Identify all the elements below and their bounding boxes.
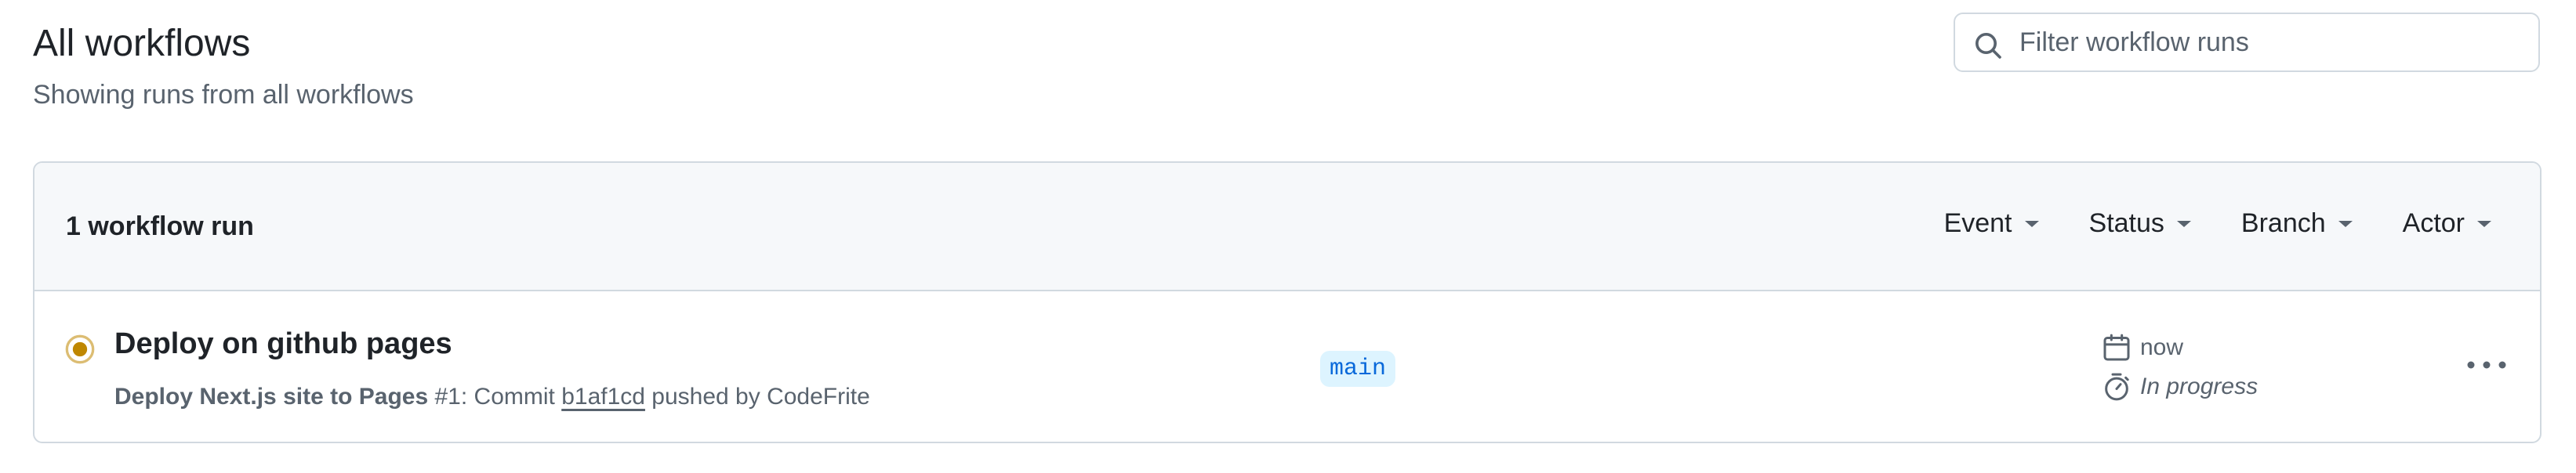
run-filters: Event Status Branch Actor bbox=[1896, 208, 2493, 239]
run-number: #1 bbox=[434, 384, 461, 410]
run-duration: In progress bbox=[2101, 371, 2258, 403]
kebab-horizontal-icon[interactable] bbox=[2463, 356, 2510, 374]
run-title-link[interactable]: Deploy on github pages bbox=[114, 327, 452, 361]
run-meta: Deploy Next.js site to Pages #1: Commit … bbox=[114, 384, 870, 410]
stopwatch-icon bbox=[2105, 373, 2129, 401]
caret-down-icon bbox=[2176, 220, 2191, 227]
run-count: 1 workflow run bbox=[66, 211, 254, 241]
status-filter-label: Status bbox=[2088, 208, 2164, 238]
run-duration-text: In progress bbox=[2140, 374, 2259, 399]
caret-down-icon bbox=[2024, 220, 2039, 227]
run-time: now bbox=[2101, 332, 2183, 363]
event-filter-button[interactable]: Event bbox=[1944, 208, 2041, 239]
filter-runs-field[interactable] bbox=[1954, 13, 2540, 72]
meta-suffix: pushed by CodeFrite bbox=[644, 384, 870, 410]
calendar-icon bbox=[2103, 334, 2130, 361]
workflow-runs-box: 1 workflow run Event Status Branch Actor bbox=[33, 161, 2542, 443]
status-filter-button[interactable]: Status bbox=[2089, 208, 2193, 239]
caret-down-icon bbox=[2338, 220, 2353, 227]
branch-filter-label: Branch bbox=[2240, 208, 2326, 238]
workflow-name: Deploy Next.js site to Pages bbox=[114, 384, 429, 410]
workflow-run-row: Deploy on github pages Deploy Next.js si… bbox=[34, 291, 2540, 442]
run-time-text: now bbox=[2140, 334, 2184, 360]
runs-header: 1 workflow run Event Status Branch Actor bbox=[34, 163, 2540, 291]
caret-down-icon bbox=[2477, 220, 2491, 227]
branch-label[interactable]: main bbox=[1320, 351, 1396, 387]
branch-filter-button[interactable]: Branch bbox=[2241, 208, 2354, 239]
actor-filter-label: Actor bbox=[2402, 208, 2465, 238]
search-icon bbox=[1976, 33, 2001, 59]
filter-runs-input[interactable] bbox=[2018, 26, 2523, 59]
actor-filter-button[interactable]: Actor bbox=[2403, 208, 2493, 239]
page-title: All workflows bbox=[33, 23, 251, 64]
in-progress-status-icon bbox=[65, 334, 95, 364]
event-filter-label: Event bbox=[1943, 208, 2012, 238]
commit-link[interactable]: b1af1cd bbox=[561, 384, 645, 410]
page-subtitle: Showing runs from all workflows bbox=[33, 80, 414, 110]
meta-prefix: : Commit bbox=[460, 384, 562, 410]
